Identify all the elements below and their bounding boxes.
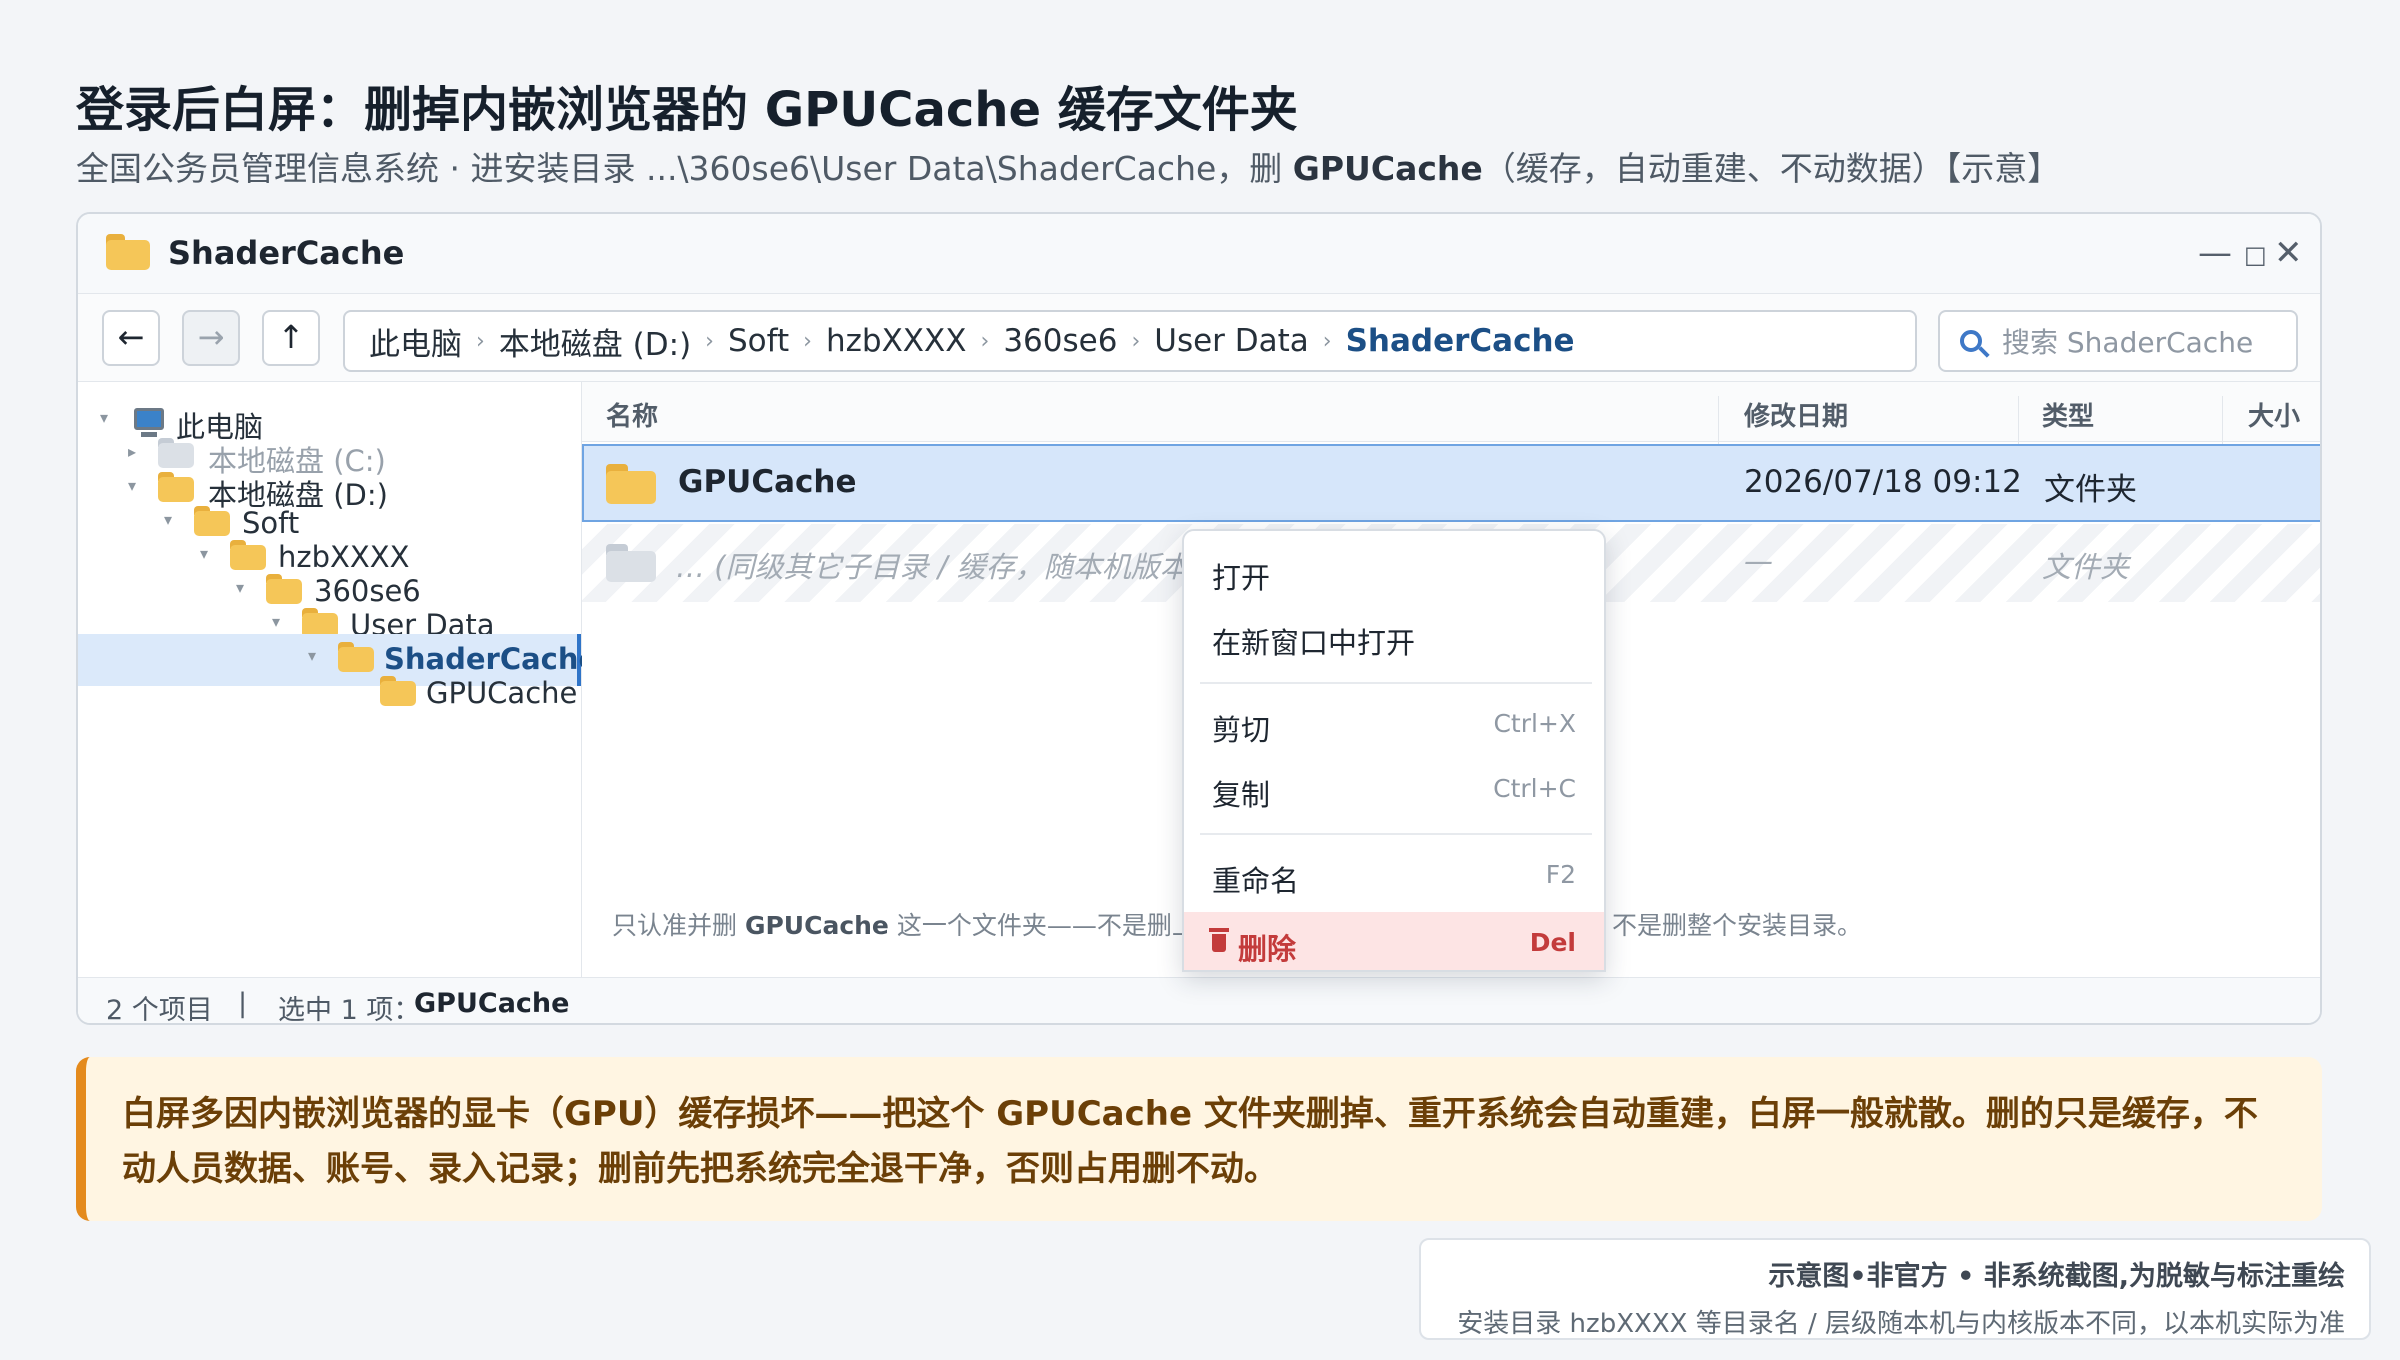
pane-hint: 只认准并删 GPUCache 这一个文件夹——不是删上 不是删整个安装目录。 xyxy=(612,906,1862,942)
breadcrumb-separator: › xyxy=(803,328,812,354)
computer-icon xyxy=(134,408,164,437)
file-date: — xyxy=(1744,544,1773,578)
menu-item-label: 剪切 xyxy=(1212,713,1271,747)
breadcrumb-user-data[interactable]: User Data xyxy=(1154,323,1309,359)
folder-icon xyxy=(106,234,150,270)
disclaimer-box: 示意图•非官方 • 非系统截图,为脱敏与标注重绘 安装目录 hzbXXXX 等目… xyxy=(1419,1238,2371,1340)
breadcrumb-separator: › xyxy=(1322,328,1332,354)
column-headers: 名称 修改日期 类型 大小 xyxy=(582,382,2320,456)
menu-shortcut: Ctrl+C xyxy=(1493,774,1576,803)
forward-button[interactable]: → xyxy=(182,310,240,366)
title-bar: ShaderCache — □ ✕ xyxy=(78,214,2320,294)
minimize-button[interactable]: — xyxy=(2198,228,2232,278)
folder-icon xyxy=(606,544,656,582)
expand-arrow-icon[interactable]: ▾ xyxy=(236,578,244,597)
column-header-type[interactable]: 类型 xyxy=(2042,396,2094,433)
maximize-button[interactable]: □ xyxy=(2244,230,2267,280)
breadcrumb-hzbxxxx[interactable]: hzbXXXX xyxy=(826,323,967,359)
menu-item-label: 复制 xyxy=(1212,778,1271,812)
column-header-date[interactable]: 修改日期 xyxy=(1744,396,1848,433)
disclaimer-note: 安装目录 hzbXXXX 等目录名 / 层级随本机与内核版本不同，以本机实际为准 xyxy=(1457,1309,2345,1339)
file-name: … (同级其它子目录 / 缓存，随本机版本 xyxy=(676,550,1189,584)
expand-arrow-icon[interactable]: ▸ xyxy=(128,442,136,461)
page-subtitle: 全国公务员管理信息系统 · 进安装目录 ...\360se6\User Data… xyxy=(76,142,2060,190)
file-type: 文件夹 xyxy=(2042,550,2130,584)
breadcrumb-separator: › xyxy=(705,328,714,354)
breadcrumb-360se6[interactable]: 360se6 xyxy=(1003,323,1117,359)
close-button[interactable]: ✕ xyxy=(2274,228,2303,278)
menu-item-open-new-window[interactable]: 在新窗口中打开 xyxy=(1184,608,1604,666)
breadcrumb-this-pc[interactable]: 此电脑 xyxy=(369,319,462,364)
breadcrumb-separator: › xyxy=(980,328,990,354)
search-icon xyxy=(1960,330,1982,352)
subtitle-highlight: GPUCache xyxy=(1292,149,1483,188)
menu-item-rename[interactable]: 重命名 F2 xyxy=(1184,846,1604,904)
tree-item-label: GPUCache xyxy=(426,676,578,710)
window-title: ShaderCache xyxy=(168,234,405,272)
menu-item-delete[interactable]: 删除 Del xyxy=(1184,912,1604,970)
hint-text-end: 不是删整个安装目录。 xyxy=(1612,911,1863,940)
tree-item-gpucache[interactable]: GPUCache xyxy=(78,668,581,720)
breadcrumb-shadercache[interactable]: ShaderCache xyxy=(1346,323,1575,359)
breadcrumb-separator: › xyxy=(476,328,485,354)
back-button[interactable]: ← xyxy=(102,310,160,366)
search-placeholder: 搜索 ShaderCache xyxy=(2002,326,2254,359)
file-type: 文件夹 xyxy=(2044,472,2137,508)
menu-item-cut[interactable]: 剪切 Ctrl+X xyxy=(1184,695,1604,753)
menu-item-copy[interactable]: 复制 Ctrl+C xyxy=(1184,760,1604,818)
status-count: 2 个项目 xyxy=(106,995,213,1025)
expand-arrow-icon[interactable]: ▾ xyxy=(128,476,136,495)
expand-arrow-icon[interactable]: ▾ xyxy=(100,408,108,427)
breadcrumb-soft[interactable]: Soft xyxy=(728,323,789,359)
callout-box: 白屏多因内嵌浏览器的显卡（GPU）缓存损坏——把这个 GPUCache 文件夹删… xyxy=(76,1057,2322,1221)
trash-icon xyxy=(1209,928,1229,952)
breadcrumb-drive-d[interactable]: 本地磁盘 (D:) xyxy=(499,319,691,364)
folder-icon xyxy=(606,464,656,504)
folder-icon xyxy=(380,676,416,706)
subtitle-text-end: （缓存，自动重建、不动数据）【示意】 xyxy=(1482,149,2061,188)
menu-item-open[interactable]: 打开 xyxy=(1184,543,1604,601)
column-header-size[interactable]: 大小 xyxy=(2248,396,2300,433)
menu-item-label: 打开 xyxy=(1212,561,1271,595)
search-input[interactable]: 搜索 ShaderCache xyxy=(1938,310,2298,372)
expand-arrow-icon[interactable]: ▾ xyxy=(308,646,316,665)
toolbar: ← → ↑ 此电脑 › 本地磁盘 (D:) › Soft › hzbXXXX › 360… xyxy=(78,294,2320,382)
hint-text: 只认准并删 xyxy=(612,911,745,940)
expand-arrow-icon[interactable]: ▾ xyxy=(200,544,208,563)
page-title: 登录后白屏：删掉内嵌浏览器的 GPUCache 缓存文件夹 xyxy=(76,82,1298,138)
expand-arrow-icon[interactable]: ▾ xyxy=(164,510,172,529)
disclaimer-title: 示意图•非官方 • 非系统截图,为脱敏与标注重绘 xyxy=(1768,1261,2345,1292)
hint-highlight: GPUCache xyxy=(744,911,889,940)
menu-shortcut: Del xyxy=(1529,928,1576,957)
menu-shortcut: F2 xyxy=(1545,860,1576,889)
table-row[interactable]: GPUCache 2026/07/18 09:12 文件夹 xyxy=(582,444,2320,522)
subtitle-text: 全国公务员管理信息系统 · 进安装目录 ...\360se6\User Data… xyxy=(76,149,1293,188)
menu-divider xyxy=(1200,833,1592,835)
status-bar: 2 个项目 | 选中 1 项： GPUCache xyxy=(78,977,2320,1025)
navigation-tree: ▾ 此电脑 ▸ 本地磁盘 (C:) ▾ 本地磁盘 (D:) ▾ Soft ▾ h… xyxy=(78,382,598,977)
breadcrumb-separator: › xyxy=(1131,328,1141,354)
status-selection-label: 选中 1 项： xyxy=(278,995,421,1025)
menu-divider xyxy=(1200,682,1592,684)
context-menu: 打开 在新窗口中打开 剪切 Ctrl+X 复制 Ctrl+C 重命名 F2 删除 De… xyxy=(1182,529,1606,972)
menu-shortcut: Ctrl+X xyxy=(1493,709,1576,738)
file-name: GPUCache xyxy=(678,464,857,500)
column-header-name[interactable]: 名称 xyxy=(606,396,658,433)
expand-arrow-icon[interactable]: ▾ xyxy=(272,612,280,631)
menu-item-label: 重命名 xyxy=(1212,864,1300,898)
callout-text: 白屏多因内嵌浏览器的显卡（GPU）缓存损坏——把这个 GPUCache 文件夹删… xyxy=(122,1094,2258,1189)
hint-text: 这一个文件夹——不是删上 xyxy=(888,911,1197,940)
up-button[interactable]: ↑ xyxy=(262,310,320,366)
menu-item-label: 在新窗口中打开 xyxy=(1212,626,1416,660)
menu-item-label: 删除 xyxy=(1238,932,1297,966)
status-divider: | xyxy=(238,988,248,1019)
status-selection-name: GPUCache xyxy=(414,988,570,1019)
address-bar[interactable]: 此电脑 › 本地磁盘 (D:) › Soft › hzbXXXX › 360se6 › U… xyxy=(343,310,1917,372)
file-date: 2026/07/18 09:12 xyxy=(1744,464,2022,500)
